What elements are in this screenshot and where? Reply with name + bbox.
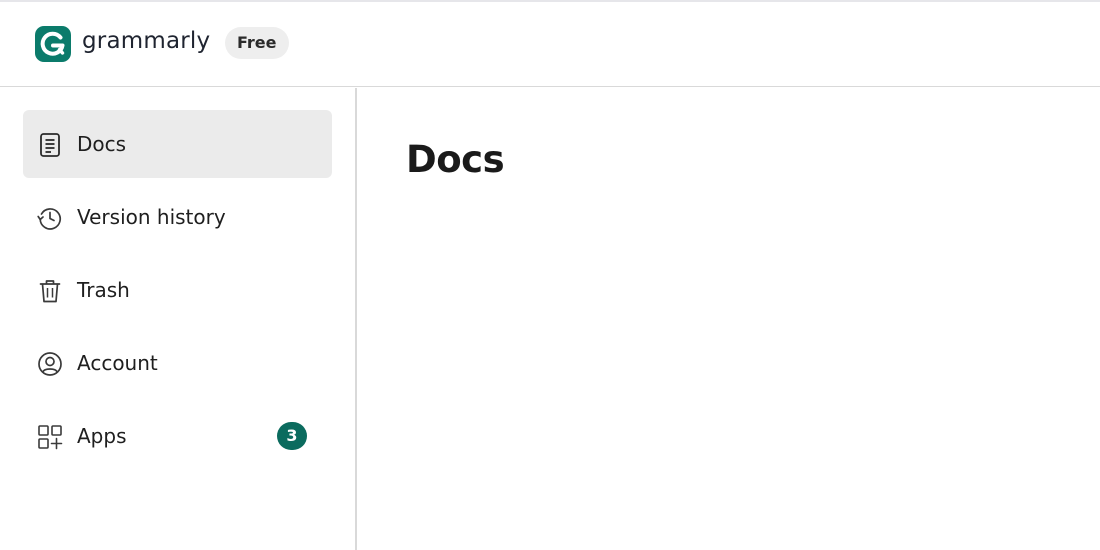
apps-count-badge: 3 xyxy=(277,422,307,450)
account-icon xyxy=(37,351,63,377)
brand-wordmark[interactable]: grammarly xyxy=(82,28,210,54)
apps-grid-icon xyxy=(37,424,63,450)
grammarly-g-icon[interactable] xyxy=(35,26,71,62)
sidebar-item-label: Docs xyxy=(77,132,127,156)
sidebar-item-version-history[interactable]: Version history xyxy=(23,183,332,251)
sidebar-item-label: Apps xyxy=(77,424,127,448)
sidebar-item-account[interactable]: Account xyxy=(23,329,332,397)
sidebar: Docs Version history Trash Account Apps … xyxy=(0,88,357,550)
page-title: Docs xyxy=(406,138,505,181)
plan-badge: Free xyxy=(225,27,289,59)
sidebar-item-apps[interactable]: Apps 3 xyxy=(23,402,332,470)
trash-icon xyxy=(37,278,63,304)
sidebar-item-label: Version history xyxy=(77,205,226,229)
sidebar-item-label: Trash xyxy=(77,278,130,302)
main-content: Docs xyxy=(359,88,1100,550)
sidebar-item-label: Account xyxy=(77,351,158,375)
sidebar-item-trash[interactable]: Trash xyxy=(23,256,332,324)
sidebar-item-docs[interactable]: Docs xyxy=(23,110,332,178)
history-icon xyxy=(37,205,63,231)
document-icon xyxy=(37,132,63,158)
app-header: grammarly Free xyxy=(0,2,1100,87)
